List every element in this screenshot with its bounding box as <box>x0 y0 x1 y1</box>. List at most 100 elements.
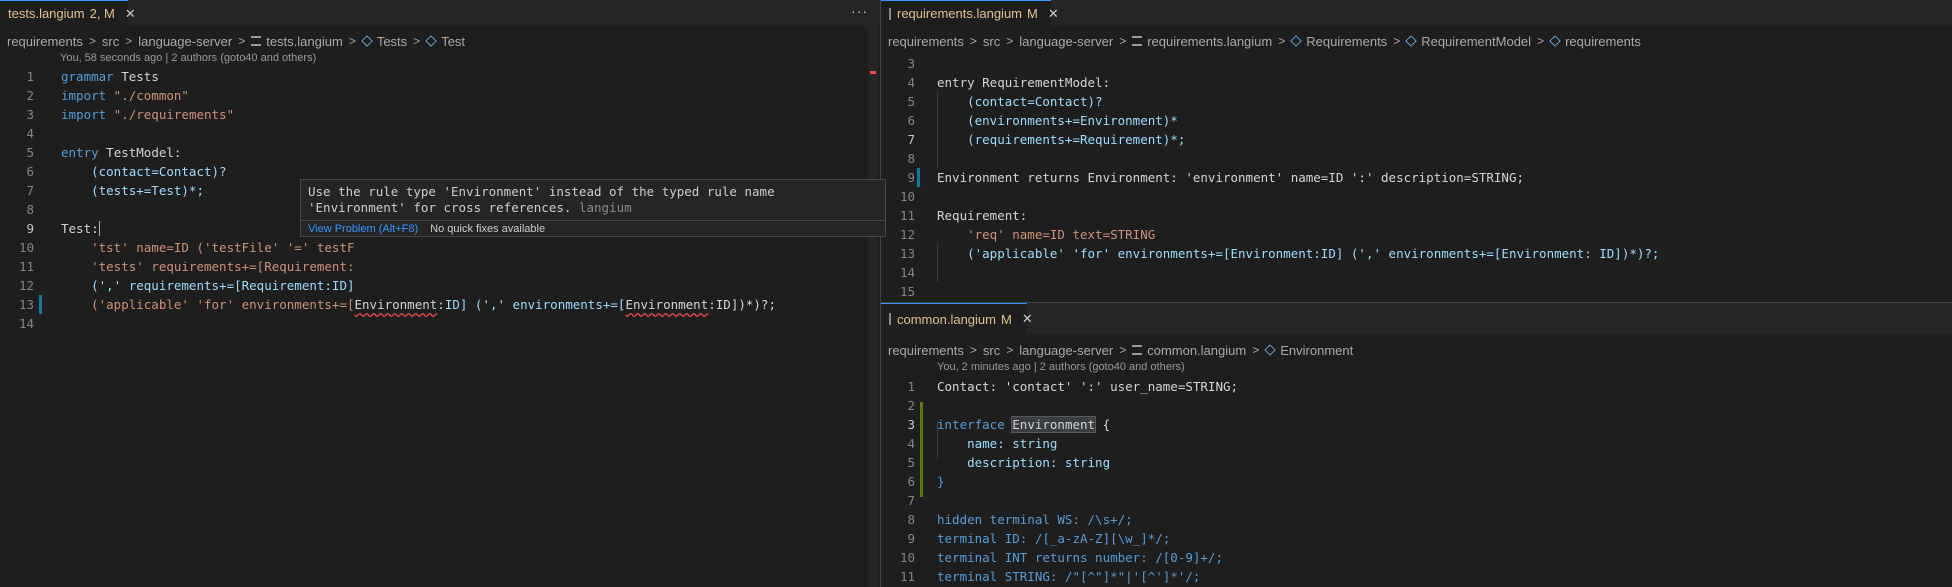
symbol-icon <box>425 35 437 47</box>
line-number: 8 <box>26 202 34 217</box>
code-string: "./common" <box>106 88 189 103</box>
breadcrumb-label: Requirements <box>1306 33 1388 49</box>
code-text: Environment returns Environment: 'enviro… <box>937 170 1524 185</box>
hover-source: langium <box>578 200 632 215</box>
symbol-icon <box>1290 35 1302 47</box>
code-text: { <box>1095 417 1111 432</box>
close-icon[interactable]: ✕ <box>125 6 136 22</box>
view-problem-link[interactable]: View Problem (Alt+F8) <box>308 223 418 235</box>
code-text: Requirement: <box>937 208 1028 223</box>
code-text: ('applicable' 'for' environments+=[Envir… <box>937 246 1660 261</box>
symbol-icon <box>1405 35 1417 47</box>
code-keyword: import <box>61 88 107 103</box>
line-number: 12 <box>899 227 915 242</box>
breadcrumb-item[interactable]: language-server <box>1019 343 1113 358</box>
file-icon <box>1132 345 1143 355</box>
code-area[interactable]: 1 Contact: 'contact' ':' user_name=STRING… <box>881 377 1941 587</box>
tab-requirements-langium[interactable]: requirements.langium M ✕ <box>881 0 1059 26</box>
code-text: hidden terminal WS: /\s+/; <box>937 512 1133 527</box>
breadcrumb: requirements > src > language-server > test… <box>7 30 880 52</box>
code-area[interactable]: 3 4 entry RequirementModel: 5 (contact=Co… <box>881 54 1941 302</box>
tab-label: tests.langium <box>8 6 85 21</box>
breadcrumb-label: Test <box>441 33 466 49</box>
breadcrumb-item[interactable]: requirements <box>1549 34 1641 49</box>
breadcrumb-item[interactable]: Requirements <box>1290 33 1388 49</box>
tab-tests-langium[interactable]: tests.langium 2, M ✕ <box>0 0 136 26</box>
line-number: 4 <box>26 126 34 141</box>
chevron-right-icon: > <box>88 34 96 48</box>
file-icon <box>889 7 891 20</box>
breadcrumb-item[interactable]: Tests <box>361 33 408 49</box>
breadcrumb-label: Tests <box>376 33 408 49</box>
line-number: 2 <box>907 398 915 413</box>
code-text: (environments+=Environment)* <box>937 113 1178 128</box>
breadcrumb-item[interactable]: src <box>983 34 1000 49</box>
breadcrumb-item[interactable]: tests.langium <box>251 34 343 49</box>
chevron-right-icon: > <box>413 34 421 48</box>
error-squiggle[interactable]: Environment <box>625 297 708 312</box>
line-number: 9 <box>907 531 915 546</box>
code-text: 'tst' name=ID ('testFile' '=' testF <box>61 240 355 255</box>
chevron-right-icon: > <box>1006 34 1014 48</box>
code-string: "./requirements" <box>106 107 235 122</box>
codelens-blame[interactable]: You, 58 seconds ago | 2 authors (goto40 … <box>60 52 316 64</box>
code-text: terminal ID: /[_a-zA-Z][\w_]*/; <box>937 531 1171 546</box>
breadcrumb-item[interactable]: requirements <box>888 343 964 358</box>
close-icon[interactable]: ✕ <box>1048 6 1059 22</box>
breadcrumb-item[interactable]: language-server <box>1019 34 1113 49</box>
chevron-right-icon: > <box>969 343 977 357</box>
breadcrumb-item[interactable]: requirements <box>888 34 964 49</box>
code-keyword: entry <box>61 145 99 160</box>
breadcrumb-item[interactable]: src <box>983 343 1000 358</box>
left-tab-bar: tests.langium 2, M ✕ ··· <box>0 0 880 26</box>
line-number: 10 <box>899 189 915 204</box>
code-text: :ID])*)?; <box>708 297 776 312</box>
breadcrumb-item[interactable]: common.langium <box>1132 343 1246 358</box>
breadcrumb-item[interactable]: requirements.langium <box>1132 34 1272 49</box>
line-number: 9 <box>26 221 34 236</box>
chevron-right-icon: > <box>238 34 246 48</box>
line-number: 15 <box>899 284 915 299</box>
file-icon <box>889 313 891 325</box>
line-number: 4 <box>907 436 915 451</box>
breadcrumb-item[interactable]: requirements <box>7 34 83 49</box>
hover-message: Use the rule type 'Environment' instead … <box>308 184 878 216</box>
code-text: :ID] (',' environments+=[ <box>437 297 626 312</box>
code-area[interactable]: 1 grammar Tests 2 import "./common" 3 impor… <box>0 67 868 587</box>
code-text: entry RequirementModel: <box>937 75 1111 90</box>
code-keyword: grammar <box>61 69 114 84</box>
line-number: 11 <box>899 208 915 223</box>
line-number: 9 <box>907 170 915 185</box>
right-bottom-editor-pane: common.langium M ✕ requirements > src > la… <box>881 303 1952 587</box>
selected-word-highlight: Environment <box>1011 416 1097 433</box>
chevron-right-icon: > <box>1006 343 1014 357</box>
line-number: 8 <box>907 512 915 527</box>
close-icon[interactable]: ✕ <box>1022 311 1033 327</box>
chevron-right-icon: > <box>348 34 356 48</box>
line-number: 7 <box>907 493 915 508</box>
error-squiggle[interactable]: Environment <box>355 297 438 312</box>
breadcrumb-item[interactable]: RequirementModel <box>1405 33 1532 49</box>
right-top-editor-pane: requirements.langium M ✕ requirements > s… <box>881 0 1952 302</box>
code-text: description: string <box>937 455 1111 470</box>
scrollbar[interactable] <box>868 26 878 587</box>
codelens-blame[interactable]: You, 2 minutes ago | 2 authors (goto40 a… <box>937 361 1185 373</box>
tab-common-langium[interactable]: common.langium M ✕ <box>881 303 1033 334</box>
line-number: 3 <box>907 56 915 71</box>
breadcrumb-item[interactable]: src <box>102 34 119 49</box>
breadcrumb-item[interactable]: language-server <box>138 34 232 49</box>
chevron-right-icon: > <box>1252 343 1260 357</box>
tab-label: common.langium <box>897 311 996 327</box>
scroll-error-marker <box>870 71 876 74</box>
chevron-right-icon: > <box>125 34 133 48</box>
breadcrumb-item[interactable]: Environment <box>1264 343 1353 358</box>
line-number: 11 <box>18 259 34 274</box>
breadcrumb-label: RequirementModel <box>1421 33 1532 49</box>
breadcrumb-label: tests.langium <box>266 33 343 49</box>
breadcrumb-label: common.langium <box>1147 342 1247 358</box>
code-text: TestModel: <box>98 145 182 160</box>
more-actions-icon[interactable]: ··· <box>851 3 868 19</box>
code-text: terminal STRING: /"[^"]*"|'[^']*'/; <box>937 569 1201 584</box>
breadcrumb-item[interactable]: Test <box>425 33 466 49</box>
left-editor-pane: tests.langium 2, M ✕ ··· requirements > s… <box>0 0 880 587</box>
